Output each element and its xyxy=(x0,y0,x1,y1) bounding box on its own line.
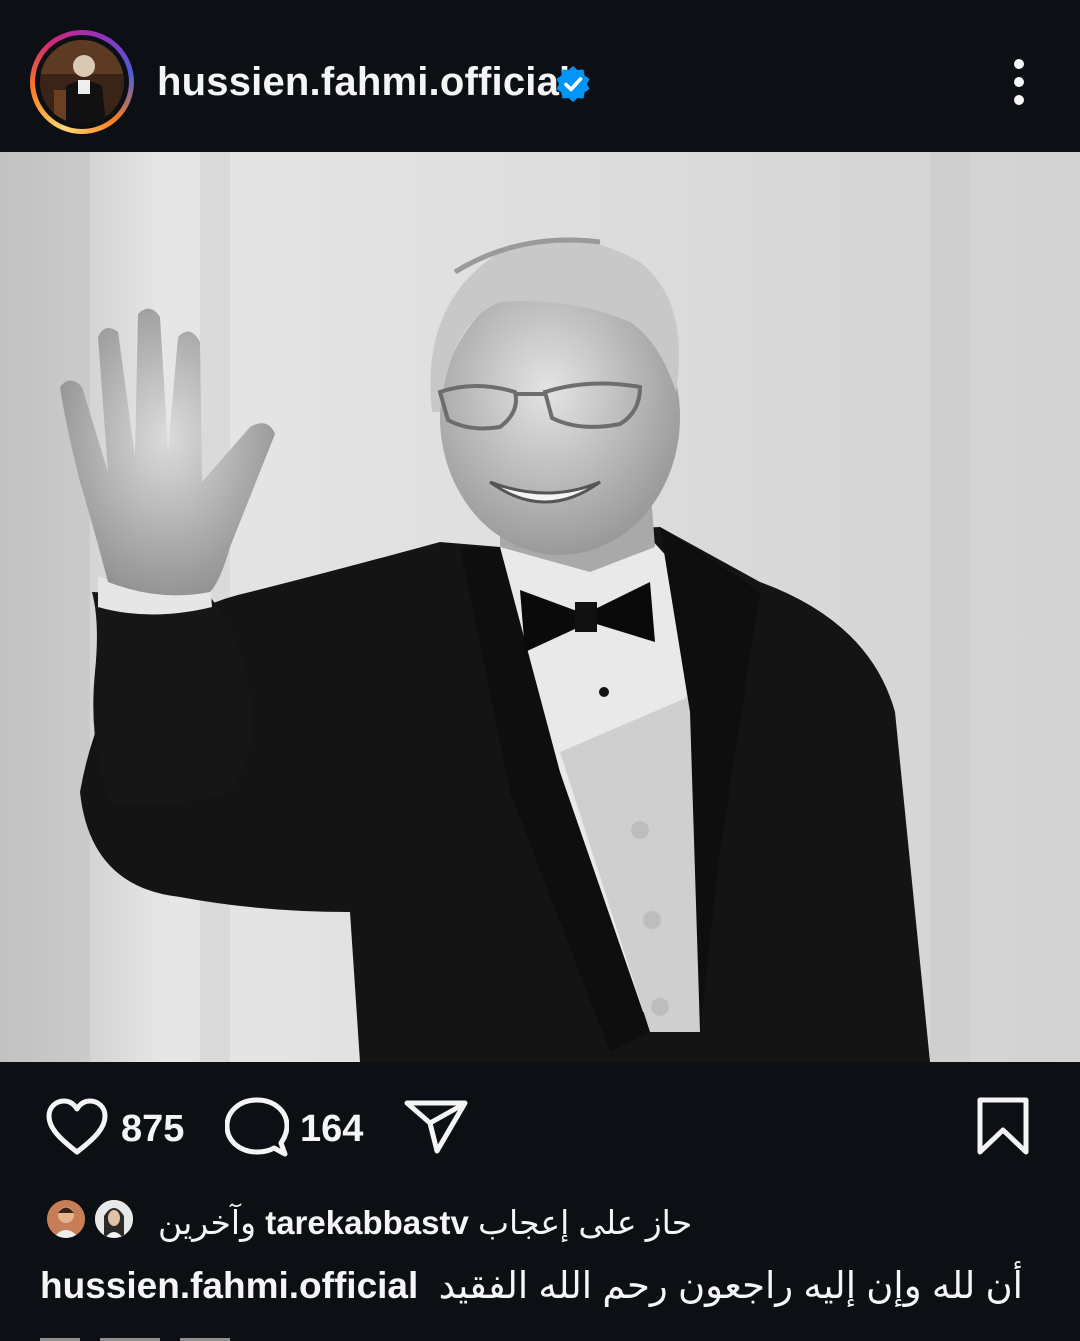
verified-badge-icon xyxy=(556,66,590,102)
post-header: hussien.fahmi.official xyxy=(0,0,1080,152)
instagram-post: hussien.fahmi.official 875 164 حاز على إ… xyxy=(0,0,1080,1341)
post-caption: hussien.fahmi.official أن لله وإن إليه ر… xyxy=(40,1264,1040,1307)
profile-avatar[interactable] xyxy=(30,30,134,134)
liker-avatar xyxy=(45,1198,87,1240)
comments-count[interactable]: 164 xyxy=(300,1108,363,1151)
liked-by-prefix: حاز على إعجاب xyxy=(477,1204,693,1241)
comment-bubble-icon[interactable] xyxy=(225,1097,289,1159)
likes-count[interactable]: 875 xyxy=(121,1108,184,1151)
caption-username[interactable]: hussien.fahmi.official xyxy=(40,1265,418,1306)
liked-by-suffix: وآخرين xyxy=(158,1204,257,1241)
liked-by-text[interactable]: حاز على إعجاب tarekabbastv وآخرين xyxy=(158,1203,692,1242)
liked-by-user[interactable]: tarekabbastv xyxy=(265,1204,469,1241)
post-image[interactable] xyxy=(0,152,1080,1062)
avatar-image xyxy=(40,40,124,124)
heart-icon[interactable] xyxy=(45,1098,109,1156)
post-username[interactable]: hussien.fahmi.official xyxy=(157,60,570,105)
bookmark-icon[interactable] xyxy=(976,1096,1030,1156)
truncated-line xyxy=(40,1330,240,1341)
caption-text: أن لله وإن إليه راجعون رحم الله الفقيد xyxy=(438,1265,1023,1306)
paper-plane-icon[interactable] xyxy=(404,1099,468,1155)
post-actions: 875 164 xyxy=(0,1062,1080,1192)
liker-avatar xyxy=(93,1198,135,1240)
more-vertical-icon[interactable] xyxy=(1000,56,1038,108)
